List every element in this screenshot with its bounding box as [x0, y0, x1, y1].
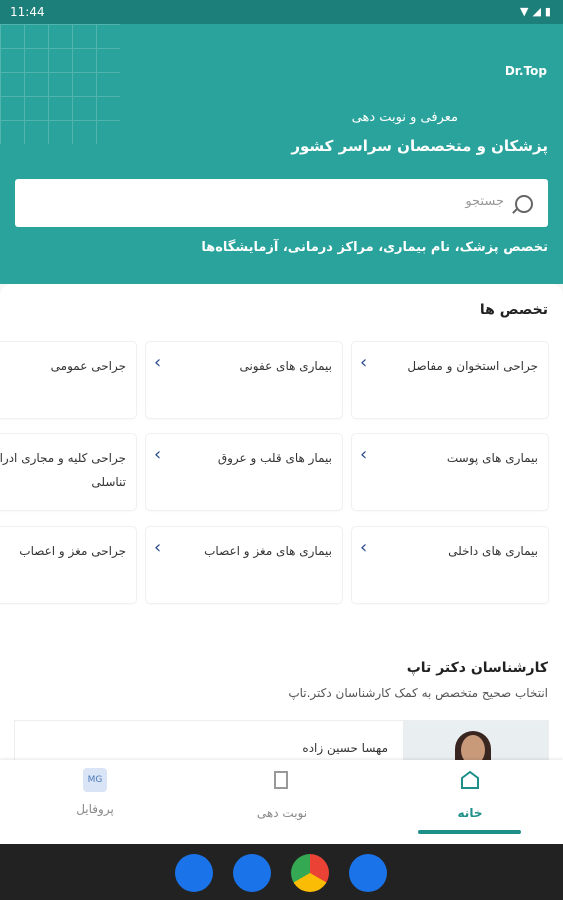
- tab-home[interactable]: خانه: [420, 768, 520, 820]
- messages-icon[interactable]: [233, 854, 271, 892]
- search-input[interactable]: جستجو: [15, 179, 548, 227]
- experts-subtitle: انتخاب صحیح متخصص به کمک کارشناسان دکتر.…: [288, 686, 548, 700]
- active-tab-indicator: [418, 830, 521, 834]
- status-bar: 11:44 ▼◢▮: [0, 0, 563, 24]
- specialty-label: جراحی مغز و اعصاب: [19, 544, 126, 558]
- header-pattern: [0, 24, 120, 144]
- specialty-label: بیماری های مغز و اعصاب: [204, 544, 332, 558]
- system-dock: [0, 844, 563, 900]
- specialty-card[interactable]: بیمار های قلب و عروق ‹: [146, 434, 342, 510]
- chrome-icon[interactable]: [291, 854, 329, 892]
- chevron-left-icon: ‹: [154, 444, 162, 465]
- specialty-card[interactable]: بیماری های مغز و اعصاب ‹: [146, 527, 342, 603]
- phone-icon[interactable]: [175, 854, 213, 892]
- specialty-card[interactable]: جراحی مغز و اعصاب: [0, 527, 136, 603]
- expert-card[interactable]: مهسا حسین زاده: [15, 721, 548, 760]
- header-title: معرفی و نوبت دهی: [351, 110, 458, 125]
- specialty-card[interactable]: بیماری های داخلی ‹: [352, 527, 548, 603]
- app-logo: Dr.Top: [504, 64, 547, 78]
- specialty-label: بیماری های پوست: [446, 451, 538, 465]
- camera-icon[interactable]: [349, 854, 387, 892]
- status-icons: ▼◢▮: [520, 5, 555, 18]
- specialties-section: تخصص ها جراحی استخوان و مفاصل ‹ بیماری ه…: [0, 284, 563, 760]
- header-subtitle: پزشکان و متخصصان سراسر کشور: [291, 137, 548, 155]
- calendar-icon: [274, 771, 288, 789]
- search-hint: تخصص پزشک، نام بیماری، مراکز درمانی، آزم…: [201, 240, 548, 255]
- chevron-left-icon: ‹: [154, 352, 162, 373]
- status-time: 11:44: [10, 5, 45, 19]
- bottom-tab-bar: خانه نوبت دهی MG پروفایل: [0, 760, 563, 844]
- specialty-label: جراحی کلیه و مجاری ادرار تناسلی: [0, 451, 126, 489]
- tab-profile-label: پروفایل: [76, 802, 114, 816]
- specialty-card[interactable]: بیماری های عفونی ‹: [146, 342, 342, 418]
- home-icon: [461, 770, 479, 789]
- specialties-title: تخصص ها: [479, 302, 548, 318]
- tab-appointments-label: نوبت دهی: [256, 806, 308, 820]
- header: Dr.Top معرفی و نوبت دهی پزشکان و متخصصان…: [0, 24, 563, 284]
- specialty-card[interactable]: جراحی استخوان و مفاصل ‹: [352, 342, 548, 418]
- specialty-label: جراحی استخوان و مفاصل: [407, 359, 538, 373]
- search-icon: [515, 195, 533, 213]
- specialty-label: بیمار های قلب و عروق: [217, 451, 332, 465]
- specialty-card[interactable]: بیماری های پوست ‹: [352, 434, 548, 510]
- specialty-label: جراحی عمومی: [50, 359, 126, 373]
- chevron-left-icon: ‹: [360, 444, 368, 465]
- specialty-label: بیماری های عفونی: [239, 359, 332, 373]
- avatar-face: [461, 735, 485, 760]
- expert-name: مهسا حسین زاده: [302, 741, 388, 755]
- profile-icon: MG: [83, 768, 107, 792]
- tab-home-label: خانه: [457, 806, 483, 820]
- chevron-left-icon: ‹: [360, 352, 368, 373]
- specialty-label: بیماری های داخلی: [448, 544, 538, 558]
- search-placeholder: جستجو: [465, 194, 504, 209]
- specialty-card[interactable]: جراحی عمومی: [0, 342, 136, 418]
- tab-appointments[interactable]: نوبت دهی: [232, 768, 332, 820]
- experts-title: کارشناسان دکتر تاپ: [406, 660, 548, 676]
- specialty-card[interactable]: جراحی کلیه و مجاری ادرار تناسلی: [0, 434, 136, 510]
- tab-profile[interactable]: MG پروفایل: [45, 768, 145, 816]
- chevron-left-icon: ‹: [154, 537, 162, 558]
- chevron-left-icon: ‹: [360, 537, 368, 558]
- avatar: [403, 721, 548, 760]
